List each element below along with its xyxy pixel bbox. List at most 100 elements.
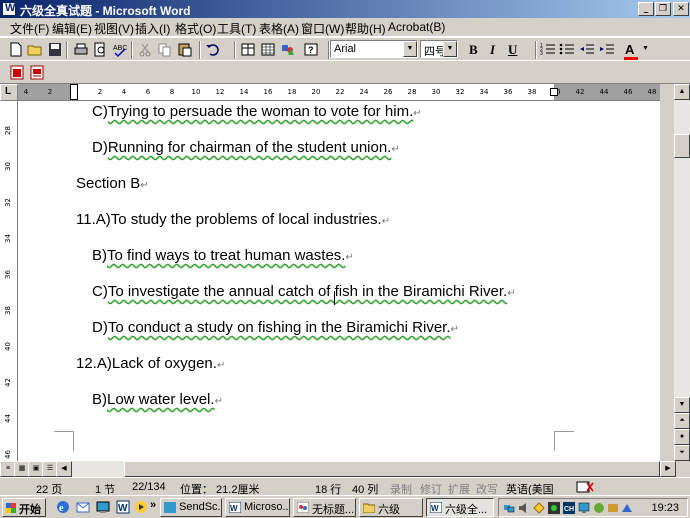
taskbar-button-untitled[interactable]: 无标题...: [293, 498, 356, 517]
status-page-of: 22/134: [132, 481, 166, 493]
answer-line: D)To conduct a study on fishing in the B…: [92, 319, 459, 336]
menu-insert[interactable]: 插入(I): [135, 20, 170, 37]
scroll-left-icon[interactable]: ◀: [56, 461, 72, 477]
horizontal-scrollbar-area: ≡ ▦ ▣ ☰ ◀ ▶: [0, 461, 690, 477]
spelling-status-icon[interactable]: [576, 481, 594, 493]
italic-button[interactable]: I: [490, 42, 495, 58]
taskbar-button-sendscreen[interactable]: SendSc...: [160, 498, 222, 517]
minimize-button[interactable]: _: [638, 2, 654, 16]
document-page[interactable]: C)Trying to persuade the woman to vote f…: [18, 101, 660, 461]
cut-icon[interactable]: [136, 41, 154, 58]
scroll-up-icon[interactable]: ▲: [674, 84, 690, 100]
menu-view[interactable]: 视图(V): [94, 20, 134, 37]
convert-and-email-pdf-icon[interactable]: [28, 64, 46, 81]
horizontal-scroll-thumb[interactable]: [124, 461, 660, 477]
paste-icon[interactable]: [176, 41, 194, 58]
svg-text:3: 3: [540, 51, 543, 57]
menu-edit[interactable]: 编辑(E): [52, 20, 92, 37]
tab-selector[interactable]: [0, 84, 18, 101]
taskbar-button-word-document[interactable]: W 六级全...: [426, 498, 494, 517]
menu-help[interactable]: 帮助(H): [345, 20, 386, 37]
svg-text:W: W: [118, 503, 128, 514]
chevron-down-icon[interactable]: ▼: [403, 41, 417, 57]
media-player-icon[interactable]: [134, 500, 148, 514]
vertical-scrollbar[interactable]: ▲ ▼ ⏶ ● ⏷: [674, 84, 690, 461]
scroll-thumb[interactable]: [674, 134, 690, 158]
menu-file[interactable]: 文件(F): [10, 20, 49, 37]
copy-icon[interactable]: [156, 41, 174, 58]
next-page-icon[interactable]: ⏷: [674, 445, 690, 461]
scroll-down-icon[interactable]: ▼: [674, 397, 690, 413]
answer-line: C)To investigate the annual catch of fis…: [92, 283, 516, 300]
app-window-icon: W: [229, 502, 241, 513]
font-name-value: Arial: [334, 43, 357, 55]
horizontal-ruler[interactable]: 4 2 2 4 6 8 10 12 14 16 18 20 22 24 26 2…: [18, 84, 660, 101]
taskbar-button-folder[interactable]: 六级: [359, 498, 423, 517]
tray-app-icon[interactable]: [607, 502, 619, 514]
print-icon[interactable]: [72, 41, 90, 58]
menu-acrobat[interactable]: Acrobat(B): [388, 20, 445, 34]
chevron-down-icon[interactable]: ▼: [642, 45, 649, 52]
volume-icon[interactable]: [518, 502, 530, 514]
taskbar-clock[interactable]: 19:23: [651, 502, 679, 514]
numbering-icon[interactable]: 123: [539, 41, 557, 58]
font-name-combo[interactable]: Arial ▼: [330, 40, 418, 58]
app-window-icon: [164, 502, 176, 513]
word-app-icon[interactable]: [2, 2, 16, 16]
svg-text:W: W: [230, 504, 238, 513]
input-method-icon[interactable]: [533, 502, 545, 514]
menu-window[interactable]: 窗口(W): [301, 20, 344, 37]
taskbar-button-microsoft[interactable]: W Microso...: [225, 498, 290, 517]
start-button[interactable]: 开始: [2, 498, 46, 517]
menu-format[interactable]: 格式(O): [175, 20, 216, 37]
previous-page-icon[interactable]: ⏶: [674, 413, 690, 429]
font-color-button[interactable]: A: [625, 42, 634, 57]
spelling-icon[interactable]: ABC: [111, 41, 129, 58]
decrease-indent-icon[interactable]: [578, 41, 596, 58]
monitor-icon[interactable]: [578, 502, 590, 514]
vertical-ruler[interactable]: 28 30 32 34 36 38 40 42 44 46: [0, 101, 18, 461]
toolbar-standard-formatting: ABC ? Arial ▼ 四号 ▼ B I U 123 A ▼: [0, 37, 690, 61]
chevron-down-icon[interactable]: ▼: [443, 41, 457, 57]
print-preview-icon[interactable]: [91, 41, 109, 58]
new-document-icon[interactable]: [7, 41, 25, 58]
help-icon[interactable]: ?: [302, 41, 320, 58]
menu-tools[interactable]: 工具(T): [217, 20, 256, 37]
toolbar-acrobat: [0, 60, 690, 84]
save-icon[interactable]: [46, 41, 64, 58]
insert-table-icon[interactable]: [259, 41, 277, 58]
tray-app-icon[interactable]: [593, 502, 605, 514]
answer-line: B)Low water level.↵: [92, 391, 223, 408]
svg-text:ABC: ABC: [113, 45, 127, 52]
internet-explorer-icon[interactable]: e: [56, 500, 70, 514]
answer-line: D)Running for chairman of the student un…: [92, 139, 400, 156]
system-tray: CH 19:23: [498, 498, 688, 517]
menu-table[interactable]: 表格(A): [259, 20, 299, 37]
answer-line: B)To find ways to treat human wastes.↵: [92, 247, 354, 264]
font-size-combo[interactable]: 四号 ▼: [420, 40, 458, 58]
drawing-icon[interactable]: [279, 41, 297, 58]
scroll-right-icon[interactable]: ▶: [660, 461, 676, 477]
show-desktop-icon[interactable]: [96, 500, 110, 514]
tables-borders-icon[interactable]: [239, 41, 257, 58]
open-folder-icon[interactable]: [26, 41, 44, 58]
first-line-indent-marker[interactable]: [70, 84, 78, 100]
tray-app-icon[interactable]: [621, 502, 633, 514]
convert-to-pdf-icon[interactable]: [8, 64, 26, 81]
maximize-button[interactable]: ❐: [655, 2, 671, 16]
bold-button[interactable]: B: [469, 42, 478, 58]
quick-launch-more[interactable]: »: [150, 499, 156, 511]
undo-icon[interactable]: [204, 41, 222, 58]
increase-indent-icon[interactable]: [598, 41, 616, 58]
right-indent-marker[interactable]: [550, 88, 558, 96]
antivirus-icon[interactable]: [548, 502, 560, 514]
underline-button[interactable]: U: [508, 42, 517, 58]
close-button[interactable]: ✕: [673, 2, 689, 16]
word-quick-launch-icon[interactable]: W: [116, 500, 130, 514]
network-icon[interactable]: [503, 502, 515, 514]
language-bar-icon[interactable]: CH: [563, 502, 575, 514]
select-browse-object-icon[interactable]: ●: [674, 429, 690, 445]
bullets-icon[interactable]: [558, 41, 576, 58]
outlook-express-icon[interactable]: [76, 500, 90, 514]
svg-text:CH: CH: [564, 506, 574, 513]
